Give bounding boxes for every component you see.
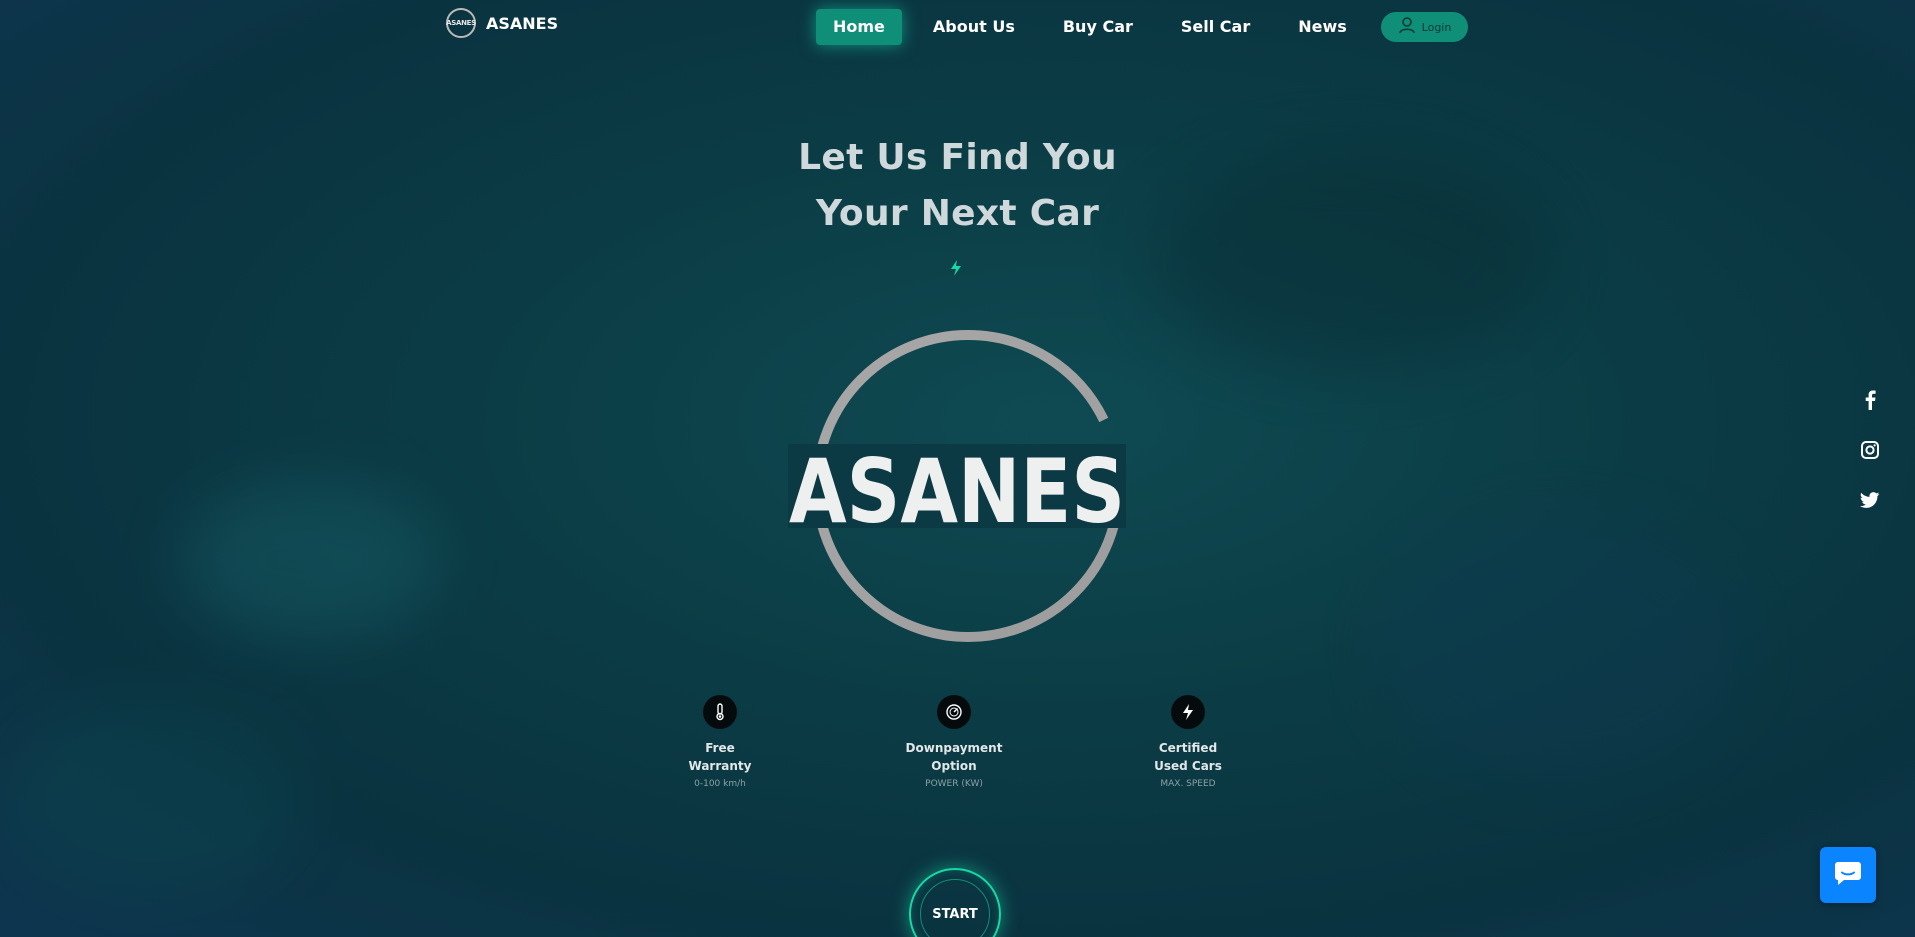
feature-title: Free Warranty bbox=[688, 741, 752, 773]
brand-logo: ASANES bbox=[446, 8, 476, 38]
background-blur bbox=[180, 480, 440, 640]
nav-news[interactable]: News bbox=[1281, 9, 1364, 45]
bolt-icon bbox=[1171, 695, 1205, 729]
login-label: Login bbox=[1421, 20, 1452, 34]
user-icon bbox=[1398, 16, 1416, 38]
feature-downpayment-option: Downpayment Option POWER (KW) bbox=[889, 695, 1019, 789]
feature-title: Certified Used Cars bbox=[1154, 741, 1222, 773]
speedometer-icon bbox=[937, 695, 971, 729]
feature-title: Downpayment Option bbox=[905, 741, 1003, 773]
brand[interactable]: ASANES ASANES bbox=[446, 8, 558, 38]
hero-title-line-2: Your Next Car bbox=[815, 193, 1100, 234]
features-row: Free Warranty 0-100 km/h Downpayment Opt… bbox=[0, 695, 1915, 805]
nav-home[interactable]: Home bbox=[816, 9, 902, 45]
chat-bubble-icon bbox=[1834, 860, 1862, 890]
bolt-icon bbox=[949, 259, 963, 277]
twitter-icon[interactable] bbox=[1860, 490, 1880, 510]
nav-sell-car[interactable]: Sell Car bbox=[1164, 9, 1267, 45]
nav-buy-car[interactable]: Buy Car bbox=[1046, 9, 1150, 45]
brand-name: ASANES bbox=[486, 13, 559, 33]
start-button[interactable]: START bbox=[909, 868, 1001, 937]
nav-about-us[interactable]: About Us bbox=[916, 9, 1032, 45]
hero-title-line-1: Let Us Find You bbox=[798, 137, 1117, 178]
site-header: ASANES ASANES Home About Us Buy Car Sell… bbox=[0, 0, 1915, 56]
hero-logo: ASANES bbox=[788, 326, 1126, 646]
main-nav: Home About Us Buy Car Sell Car News bbox=[816, 9, 1378, 45]
facebook-icon[interactable] bbox=[1860, 390, 1880, 410]
chat-button[interactable] bbox=[1820, 847, 1876, 903]
feature-subtitle: 0-100 km/h bbox=[694, 779, 746, 789]
feature-free-warranty: Free Warranty 0-100 km/h bbox=[655, 695, 785, 789]
thermometer-icon bbox=[703, 695, 737, 729]
instagram-icon[interactable] bbox=[1860, 440, 1880, 460]
login-button[interactable]: Login bbox=[1381, 12, 1468, 42]
hero-title: Let Us Find You Your Next Car bbox=[0, 130, 1915, 242]
feature-subtitle: MAX. SPEED bbox=[1160, 779, 1216, 789]
start-label: START bbox=[920, 879, 990, 937]
social-links bbox=[1860, 390, 1880, 540]
feature-certified-used-cars: Certified Used Cars MAX. SPEED bbox=[1123, 695, 1253, 789]
feature-subtitle: POWER (KW) bbox=[925, 779, 983, 789]
hero-logo-text: ASANES bbox=[789, 440, 1125, 543]
